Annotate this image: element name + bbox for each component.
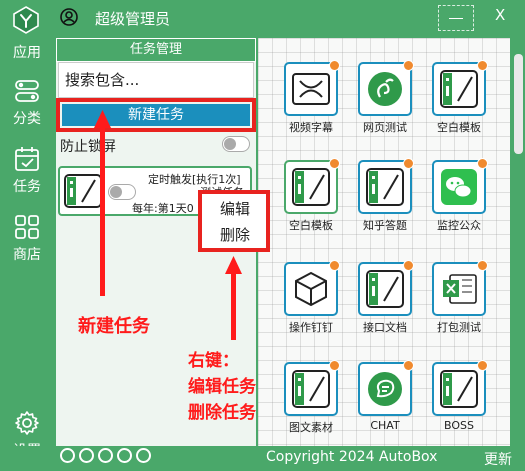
blank-template-icon — [440, 70, 478, 108]
sidebar-item-label: 任务 — [13, 179, 41, 195]
template-tile[interactable] — [358, 158, 414, 214]
status-badge-dot — [403, 158, 414, 169]
annotation-delete-task: 删除任务 — [188, 403, 256, 423]
grid-store-icon — [15, 215, 39, 239]
template-tile-label: 接口文档 — [363, 321, 407, 334]
template-tile-label: CHAT — [370, 419, 400, 432]
blank-template-icon — [64, 174, 102, 208]
prevent-lock-toggle[interactable] — [222, 136, 250, 152]
blank-template-icon — [292, 168, 330, 206]
sidebar-item-label: 商店 — [13, 247, 41, 263]
template-tile[interactable] — [432, 60, 488, 116]
status-badge-dot — [329, 260, 340, 271]
status-badge-dot — [477, 158, 488, 169]
template-tile[interactable] — [358, 360, 414, 416]
category-icon — [15, 80, 39, 102]
status-badge-dot — [477, 260, 488, 271]
blank-template-icon — [366, 168, 404, 206]
template-tile[interactable] — [284, 360, 340, 416]
prevent-lock-label: 防止锁屏 — [60, 139, 116, 155]
template-tile[interactable] — [358, 260, 414, 316]
sidebar-item-label: 应用 — [13, 45, 41, 61]
status-badge-dot — [329, 60, 340, 71]
template-tile-label: 空白模板 — [289, 219, 333, 232]
sidebar: 应用 分类 任务 商店 — [0, 36, 54, 471]
page-dot[interactable] — [136, 448, 151, 463]
template-tile-label: 操作钉钉 — [289, 321, 333, 334]
annotation-right-click: 右键： — [188, 351, 239, 371]
template-tile-label: 打包测试 — [437, 321, 481, 334]
page-dot[interactable] — [98, 448, 113, 463]
template-tile[interactable] — [358, 60, 414, 116]
context-menu-edit[interactable]: 编辑 — [220, 198, 250, 219]
template-tile-label: 监控公众 — [437, 219, 481, 232]
status-badge-dot — [329, 360, 340, 371]
scrollbar-thumb[interactable] — [514, 54, 523, 154]
title-bar: 超级管理员 X — [0, 0, 525, 36]
new-task-highlight: 新建任务 — [56, 98, 256, 132]
status-badge-dot — [477, 360, 488, 371]
annotation-new-task: 新建任务 — [78, 316, 150, 337]
annotation-edit-task: 编辑任务 — [188, 377, 256, 397]
template-tile-label: BOSS — [444, 419, 474, 432]
status-badge-dot — [403, 260, 414, 271]
task-panel-title: 任务管理 — [56, 38, 256, 62]
footer: Copyright 2024 AutoBox 更新 — [0, 446, 525, 471]
context-menu-delete[interactable]: 删除 — [220, 224, 250, 245]
calendar-check-icon — [15, 147, 39, 171]
template-tile[interactable] — [284, 260, 340, 316]
task-enable-toggle[interactable] — [108, 184, 136, 200]
template-tile[interactable] — [432, 360, 488, 416]
status-badge-dot — [329, 158, 340, 169]
task-schedule-text: 每年:第1天0 — [132, 202, 194, 215]
template-tile-label: 视频字幕 — [289, 121, 333, 134]
web-test-icon — [368, 72, 402, 106]
page-dot[interactable] — [117, 448, 132, 463]
new-task-button[interactable]: 新建任务 — [62, 104, 250, 126]
blank-template-icon — [440, 370, 478, 408]
excel-icon — [443, 274, 477, 304]
template-tile[interactable] — [284, 158, 340, 214]
template-tile[interactable] — [284, 60, 340, 116]
status-badge-dot — [403, 60, 414, 71]
template-tile[interactable] — [432, 158, 488, 214]
template-tile-label: 空白模板 — [437, 121, 481, 134]
template-tile[interactable] — [432, 260, 488, 316]
user-icon[interactable] — [60, 8, 78, 26]
app-logo-icon — [13, 6, 39, 34]
status-badge-dot — [477, 60, 488, 71]
search-input[interactable]: 搜索包含... — [58, 62, 254, 98]
page-indicators — [60, 448, 160, 466]
sidebar-item-store[interactable]: 商店 — [0, 214, 54, 264]
prevent-lock-row: 防止锁屏 — [58, 134, 254, 156]
sidebar-item-label: 分类 — [13, 111, 41, 127]
template-tile-label: 网页测试 — [363, 121, 407, 134]
context-menu: 编辑 删除 — [198, 190, 270, 252]
page-dot[interactable] — [60, 448, 75, 463]
sidebar-item-apps[interactable]: 应用 — [0, 42, 54, 62]
blank-template-icon — [292, 370, 330, 408]
status-badge-dot — [403, 360, 414, 371]
gear-icon — [15, 411, 39, 435]
blank-template-icon — [366, 270, 404, 308]
wechat-icon — [441, 169, 477, 205]
copyright-text: Copyright 2024 AutoBox — [266, 449, 438, 465]
page-dot[interactable] — [79, 448, 94, 463]
template-tile-label: 图文素材 — [289, 421, 333, 434]
template-tile-label: 知乎答题 — [363, 219, 407, 232]
chat-icon — [368, 372, 402, 406]
video-subtitle-icon — [292, 73, 330, 105]
username-label: 超级管理员 — [95, 10, 171, 28]
sidebar-item-category[interactable]: 分类 — [0, 78, 54, 128]
cube-icon — [295, 271, 327, 307]
update-button[interactable]: 更新 — [484, 449, 512, 469]
sidebar-item-tasks[interactable]: 任务 — [0, 146, 54, 196]
minimize-button[interactable] — [438, 5, 474, 31]
close-button[interactable]: X — [495, 6, 505, 24]
